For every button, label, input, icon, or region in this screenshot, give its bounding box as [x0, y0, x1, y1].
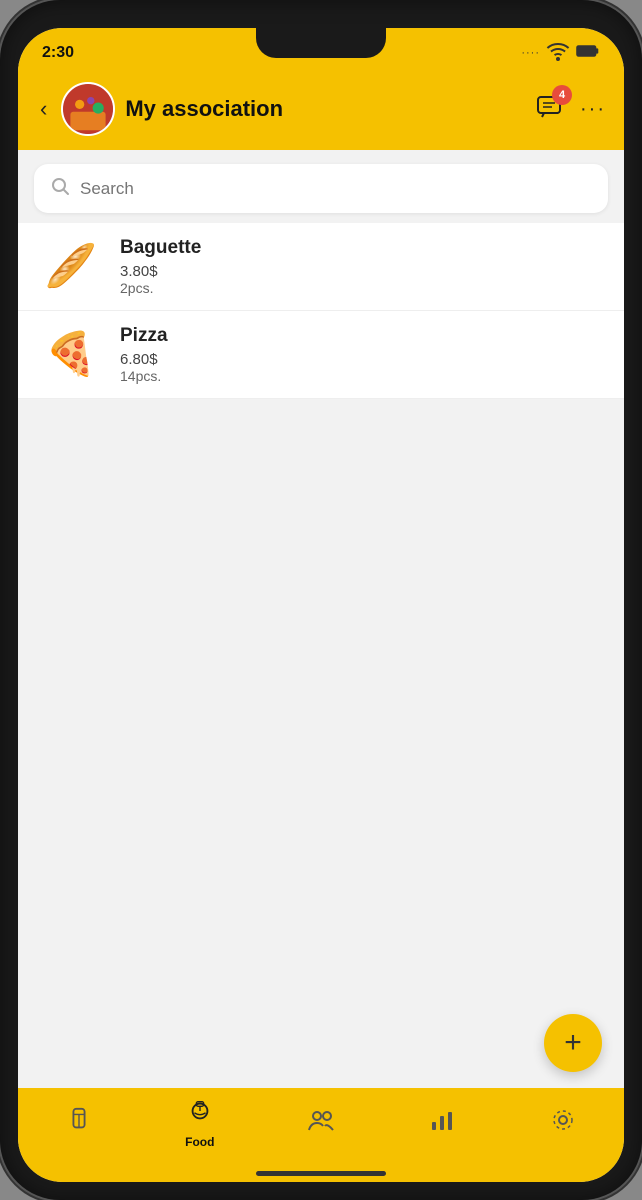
nav-item-food[interactable]: Food — [170, 1098, 230, 1149]
item-image-pizza: 🍕 — [36, 327, 106, 382]
search-icon — [50, 176, 70, 201]
notch — [256, 28, 386, 58]
chat-button[interactable]: 4 — [536, 93, 564, 126]
avatar — [61, 82, 115, 136]
header-actions: 4 ··· — [536, 93, 606, 126]
header: ‹ My association — [18, 72, 624, 150]
wifi-icon — [546, 39, 570, 68]
battery-icon — [576, 39, 600, 68]
nav-item-drink[interactable] — [49, 1107, 109, 1140]
nav-item-stats[interactable] — [412, 1108, 472, 1139]
status-icons: ···· — [521, 39, 600, 68]
more-button[interactable]: ··· — [580, 98, 606, 121]
item-info-pizza: Pizza 6.80$ 14pcs. — [120, 325, 606, 384]
item-qty: 2pcs. — [120, 280, 606, 296]
nav-item-settings[interactable] — [533, 1108, 593, 1139]
fab-wrapper: + — [18, 998, 624, 1088]
item-name: Pizza — [120, 325, 606, 347]
search-container — [18, 150, 624, 223]
search-bar — [34, 164, 608, 213]
add-button[interactable]: + — [544, 1014, 602, 1072]
status-time: 2:30 — [42, 44, 74, 62]
notification-badge: 4 — [552, 85, 572, 105]
items-list: 🥖 Baguette 3.80$ 2pcs. 🍕 Pizza 6.80$ 14p… — [18, 223, 624, 998]
home-indicator — [18, 1163, 624, 1182]
nav-label-food: Food — [185, 1135, 214, 1149]
settings-icon — [551, 1108, 575, 1139]
item-price: 3.80$ — [120, 263, 606, 280]
item-image-baguette: 🥖 — [36, 239, 106, 294]
list-item[interactable]: 🥖 Baguette 3.80$ 2pcs. — [18, 223, 624, 311]
people-icon — [307, 1108, 335, 1139]
search-input[interactable] — [80, 179, 592, 199]
phone-frame: 2:30 ···· — [0, 0, 642, 1200]
drink-icon — [67, 1107, 91, 1140]
header-title: My association — [125, 96, 526, 122]
phone-screen: 2:30 ···· — [18, 28, 624, 1182]
item-name: Baguette — [120, 237, 606, 259]
bottom-nav: Food — [18, 1088, 624, 1163]
signal-dots: ···· — [521, 47, 540, 59]
item-info-baguette: Baguette 3.80$ 2pcs. — [120, 237, 606, 296]
back-button[interactable]: ‹ — [36, 96, 51, 122]
item-qty: 14pcs. — [120, 368, 606, 384]
home-bar — [256, 1171, 386, 1176]
stats-icon — [430, 1108, 454, 1139]
list-item[interactable]: 🍕 Pizza 6.80$ 14pcs. — [18, 311, 624, 399]
item-price: 6.80$ — [120, 351, 606, 368]
nav-item-people[interactable] — [291, 1108, 351, 1139]
food-icon — [188, 1098, 212, 1131]
